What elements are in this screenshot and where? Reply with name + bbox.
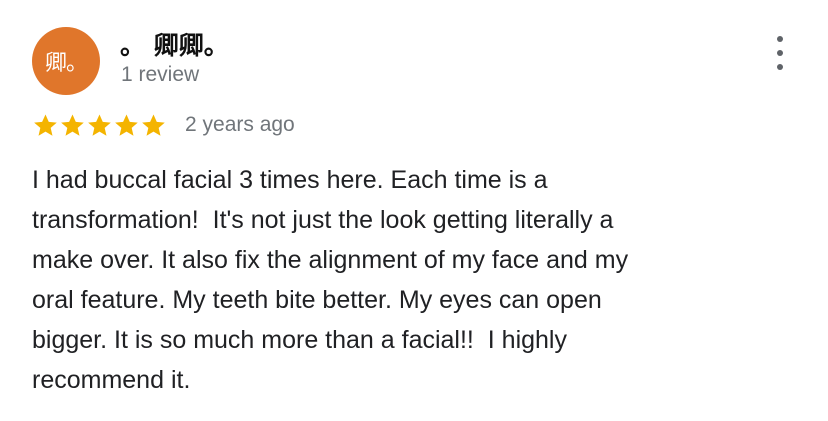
star-icon [59,112,86,139]
review-count[interactable]: 1 review [121,63,199,87]
avatar[interactable]: 卿。 [32,27,100,95]
star-rating [32,112,167,139]
more-vert-icon [777,36,783,42]
more-vert-icon-dot [777,50,783,56]
review-date: 2 years ago [185,113,295,136]
author-name[interactable]: 。 卿卿。 [120,26,229,62]
star-icon [113,112,140,139]
star-icon [32,112,59,139]
star-icon [86,112,113,139]
avatar-initials: 卿。 [44,51,88,76]
more-vert-icon-dot [777,64,783,70]
star-icon [140,112,167,139]
review-card: 卿。 。 卿卿。 1 review 2 years ago I had bucc… [0,0,828,421]
rating-row: 2 years ago [32,108,295,142]
review-text: I had buccal facial 3 times here. Each t… [32,166,629,394]
more-options-button[interactable] [766,36,794,70]
